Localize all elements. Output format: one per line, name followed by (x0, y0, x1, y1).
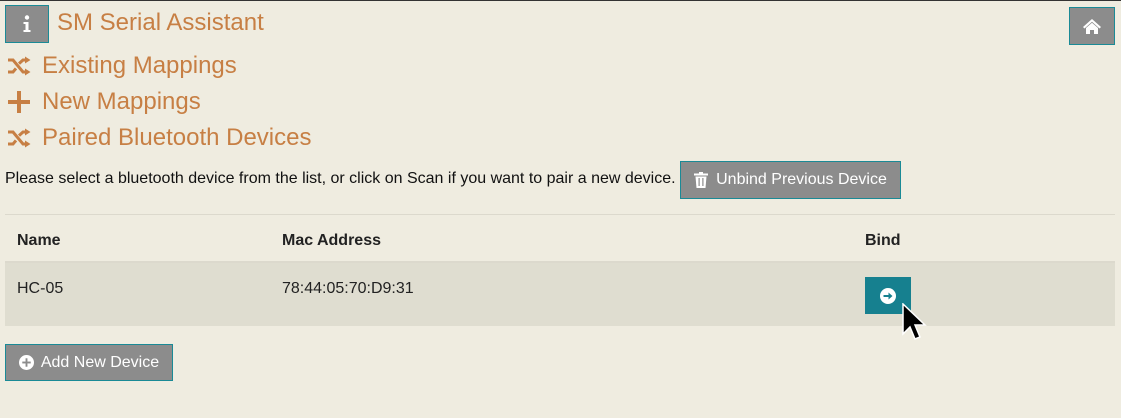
nav-new-mappings[interactable]: New Mappings (7, 87, 201, 117)
column-header-mac-address: Mac Address (282, 232, 381, 249)
unbind-button-label: Unbind Previous Device (716, 171, 887, 188)
column-header-bind: Bind (865, 232, 901, 249)
device-mac-address: 78:44:05:70:D9:31 (282, 280, 414, 297)
shuffle-icon (7, 125, 33, 151)
app-title: SM Serial Assistant (57, 9, 264, 36)
app-header: SM Serial Assistant (5, 5, 1121, 45)
nav-existing-mappings[interactable]: Existing Mappings (7, 51, 237, 81)
unbind-previous-device-button[interactable]: Unbind Previous Device (680, 161, 901, 199)
instruction-text: Please select a bluetooth device from th… (5, 170, 676, 187)
nav-paired-bluetooth-devices[interactable]: Paired Bluetooth Devices (7, 123, 311, 153)
nav-label: Paired Bluetooth Devices (42, 124, 312, 151)
info-button[interactable] (5, 5, 49, 43)
column-header-name: Name (17, 232, 61, 249)
shuffle-icon (7, 53, 33, 79)
add-new-device-button[interactable]: Add New Device (5, 344, 173, 381)
plus-icon (7, 89, 33, 115)
home-button[interactable] (1069, 7, 1115, 45)
info-icon (23, 15, 31, 32)
plus-circle-icon (18, 355, 34, 370)
nav-label: New Mappings (42, 88, 201, 115)
nav-label: Existing Mappings (42, 52, 237, 79)
table-row[interactable]: HC-05 78:44:05:70:D9:31 (5, 263, 1115, 326)
arrow-circle-right-icon (880, 287, 896, 304)
add-button-label: Add New Device (40, 353, 160, 371)
devices-table: Name Mac Address Bind HC-05 78:44:05:70:… (5, 214, 1115, 326)
mouse-cursor-icon (902, 303, 927, 340)
device-name: HC-05 (17, 280, 64, 297)
table-header: Name Mac Address Bind (5, 215, 1115, 263)
home-icon (1083, 18, 1101, 34)
trash-icon (694, 172, 709, 188)
